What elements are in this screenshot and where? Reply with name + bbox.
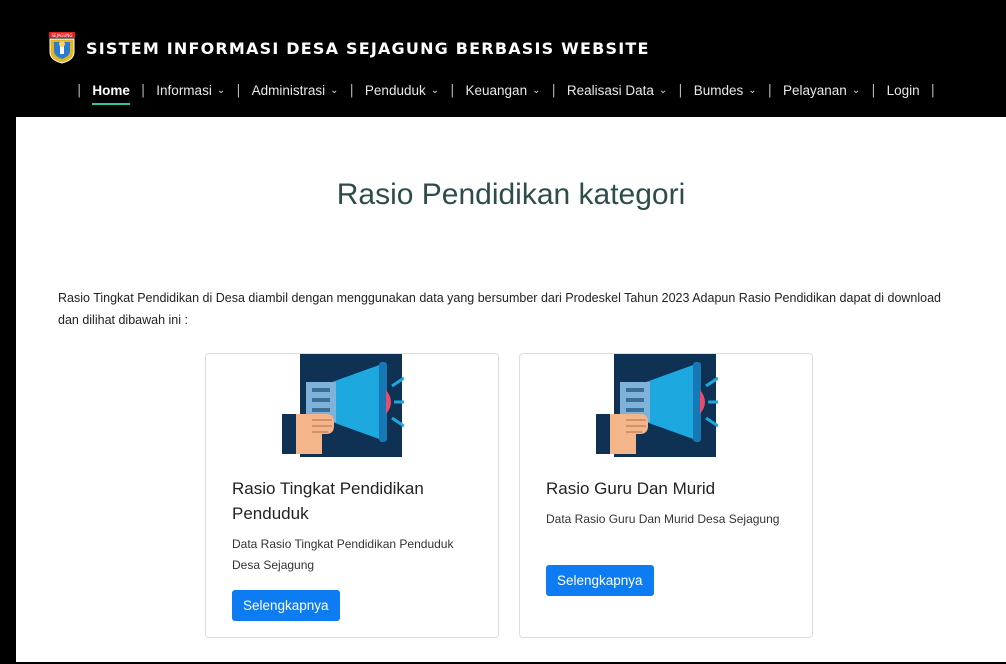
chevron-down-icon: ⌄ — [532, 84, 541, 96]
logo-text: SEJAGUNG — [52, 33, 73, 38]
card-description: Data Rasio Tingkat Pendidikan Penduduk D… — [232, 537, 454, 572]
card-rasio-tingkat-pendidikan: Rasio Tingkat Pendidikan Penduduk Data R… — [205, 353, 499, 638]
nav-separator: | — [678, 82, 683, 98]
nav-separator: | — [767, 82, 772, 98]
nav-item-label: Bumdes — [693, 82, 744, 98]
nav-separator: | — [236, 82, 241, 98]
site-title: SISTEM INFORMASI DESA SEJAGUNG BERBASIS … — [86, 38, 650, 58]
chevron-down-icon: ⌄ — [330, 84, 339, 96]
main-nav: | Home | Informasi ⌄ | Administrasi ⌄ | Pe… — [66, 80, 946, 105]
nav-item-label: Login — [886, 82, 920, 98]
site-header: SEJAGUNG SISTEM INFORMASI DESA SEJAGUNG … — [10, 10, 1006, 118]
nav-item-pelayanan[interactable]: Pelayanan ⌄ — [783, 83, 860, 98]
nav-item-label: Penduduk — [364, 82, 426, 98]
card-title: Rasio Guru Dan Murid — [546, 479, 716, 498]
chevron-down-icon: ⌄ — [430, 84, 440, 96]
nav-item-label: Realisasi Data — [566, 82, 654, 98]
chevron-down-icon: ⌄ — [216, 84, 226, 96]
card-title: Rasio Tingkat Pendidikan Penduduk — [232, 479, 424, 523]
nav-item-label: Home — [92, 82, 130, 98]
nav-item-home[interactable]: Home — [92, 82, 130, 105]
megaphone-icon — [596, 354, 718, 457]
nav-item-login[interactable]: Login — [887, 83, 920, 98]
nav-item-administrasi[interactable]: Administrasi ⌄ — [252, 83, 339, 98]
nav-item-informasi[interactable]: Informasi ⌄ — [156, 83, 225, 98]
page-title: Rasio Pendidikan kategori — [336, 178, 686, 211]
nav-item-label: Informasi — [156, 82, 212, 98]
megaphone-icon — [282, 354, 404, 457]
village-logo-icon: SEJAGUNG — [49, 32, 75, 64]
card-rasio-guru-murid: Rasio Guru Dan Murid Data Rasio Guru Dan… — [519, 353, 813, 638]
nav-item-keuangan[interactable]: Keuangan ⌄ — [466, 83, 541, 98]
nav-item-realisasi-data[interactable]: Realisasi Data ⌄ — [567, 83, 667, 98]
nav-item-penduduk[interactable]: Penduduk ⌄ — [365, 83, 439, 98]
intro-text: Rasio Tingkat Pendidikan di Desa diambil… — [58, 291, 942, 327]
chevron-down-icon: ⌄ — [851, 84, 861, 96]
nav-separator: | — [77, 82, 82, 98]
nav-separator: | — [930, 82, 936, 98]
nav-separator: | — [140, 82, 146, 98]
nav-separator: | — [450, 82, 455, 98]
nav-separator: | — [349, 82, 354, 98]
chevron-down-icon: ⌄ — [748, 84, 757, 96]
selengkapnya-button[interactable]: Selengkapnya — [232, 590, 340, 621]
nav-item-label: Administrasi — [251, 82, 326, 98]
nav-separator: | — [871, 82, 876, 98]
nav-item-label: Pelayanan — [783, 82, 847, 98]
brand[interactable]: SEJAGUNG SISTEM INFORMASI DESA SEJAGUNG … — [48, 32, 650, 64]
card-description: Data Rasio Guru Dan Murid Desa Sejagung — [546, 512, 780, 526]
nav-item-label: Keuangan — [465, 82, 528, 98]
chevron-down-icon: ⌄ — [658, 84, 668, 96]
nav-item-bumdes[interactable]: Bumdes ⌄ — [694, 83, 757, 98]
nav-separator: | — [551, 82, 556, 98]
selengkapnya-button[interactable]: Selengkapnya — [546, 565, 654, 596]
